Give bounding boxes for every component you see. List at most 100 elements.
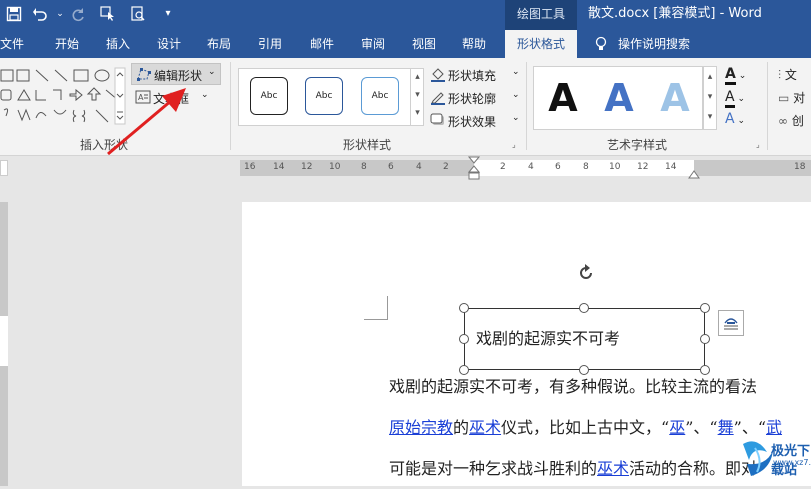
- text-run: ”、“: [685, 418, 718, 437]
- tab-insert[interactable]: 插入: [106, 30, 130, 58]
- drawing-tools-context: 绘图工具: [505, 0, 577, 30]
- body-line[interactable]: 戏剧的起源实不可考，有多种假说。比较主流的看法: [389, 373, 757, 397]
- text-run: 仪式，比如上古中文，“: [501, 418, 670, 437]
- body-line[interactable]: 原始宗教的巫术仪式，比如上古中文，“巫”、“舞”、“武: [389, 414, 782, 438]
- text-fill-icon: A: [725, 66, 736, 85]
- shape-fill-button[interactable]: 形状填充 ⌄: [428, 66, 523, 84]
- shape-outline-button[interactable]: 形状轮廓 ⌄: [428, 89, 523, 107]
- tab-view[interactable]: 视图: [412, 30, 436, 58]
- tab-references[interactable]: 引用: [258, 30, 282, 58]
- resize-handle[interactable]: [459, 334, 469, 344]
- align-text-icon: ▭: [778, 91, 790, 105]
- text-outline-icon: A: [725, 89, 735, 108]
- group-divider: [526, 62, 527, 150]
- rotate-handle-icon[interactable]: [576, 263, 596, 286]
- dialog-launcher-icon[interactable]: ⌟: [512, 140, 516, 149]
- save-icon[interactable]: [4, 4, 24, 24]
- text-effects-icon: A: [725, 111, 735, 127]
- resize-handle[interactable]: [579, 303, 589, 313]
- ruler-number: 8: [583, 162, 589, 172]
- hyperlink[interactable]: 巫术: [597, 459, 629, 478]
- text-run: 的: [453, 418, 470, 437]
- resize-handle[interactable]: [700, 334, 710, 344]
- resize-handle[interactable]: [459, 303, 469, 313]
- customize-qat-icon[interactable]: ▾: [158, 4, 178, 24]
- vertical-ruler-margin: [0, 316, 8, 366]
- tab-design[interactable]: 设计: [157, 30, 181, 58]
- undo-dropdown-icon[interactable]: ⌄: [50, 4, 70, 24]
- annotation-arrow: [100, 82, 200, 165]
- chevron-down-icon: ⌄: [208, 67, 216, 77]
- shape-effects-button[interactable]: 形状效果 ⌄: [428, 112, 523, 130]
- ruler-number: 6: [555, 162, 561, 172]
- text-box-content[interactable]: 戏剧的起源实不可考: [476, 325, 620, 349]
- chevron-down-icon: ⌄: [734, 94, 745, 104]
- ruler-number: 2: [500, 162, 506, 172]
- tab-file[interactable]: 文件: [0, 30, 24, 58]
- watermark: 极光下载站 www.xz7.com: [733, 436, 811, 486]
- shape-effects-icon: [430, 113, 446, 130]
- hyperlink[interactable]: 原始宗教: [389, 418, 453, 437]
- lightbulb-icon: [594, 30, 608, 58]
- ruler-number: 10: [609, 162, 621, 172]
- right-indent-marker[interactable]: [688, 168, 700, 182]
- wordart-sample[interactable]: A: [653, 72, 697, 124]
- wordart-group-label: 艺术字样式: [607, 138, 668, 152]
- create-link-button[interactable]: ∞ 创: [778, 112, 804, 129]
- tab-help[interactable]: 帮助: [462, 30, 486, 58]
- text-direction-icon: ⫶: [778, 68, 782, 82]
- ruler-number: 8: [361, 162, 367, 172]
- shape-style-sample[interactable]: Abc: [305, 77, 343, 115]
- text-direction-button[interactable]: ⫶ 文: [778, 66, 797, 83]
- gallery-scroll[interactable]: ▴ ▾ ▾: [410, 68, 424, 126]
- watermark-url: www.xz7.com: [773, 458, 811, 467]
- dialog-launcher-icon[interactable]: ⌟: [756, 140, 760, 149]
- text-outline-button[interactable]: A ⌄: [725, 89, 751, 108]
- chevron-down-icon: ⌄: [512, 113, 520, 123]
- chevron-down-icon: ⌄: [512, 67, 520, 77]
- link-icon: ∞: [778, 114, 788, 128]
- wordart-sample[interactable]: A: [597, 72, 641, 124]
- ruler-number: 6: [388, 162, 394, 172]
- tell-me-search[interactable]: 操作说明搜索: [618, 30, 690, 58]
- align-text-button[interactable]: ▭ 对: [778, 89, 805, 106]
- hyperlink[interactable]: 巫术: [469, 418, 501, 437]
- indent-marker[interactable]: [467, 156, 481, 189]
- ruler-number: 18: [794, 162, 806, 172]
- tab-selector[interactable]: [0, 160, 8, 176]
- group-divider: [230, 62, 231, 150]
- text-fill-button[interactable]: A ⌄: [725, 66, 751, 85]
- gallery-scroll[interactable]: ▴ ▾ ▾: [703, 66, 717, 130]
- wordart-sample[interactable]: A: [541, 72, 585, 124]
- chevron-down-icon: ⌄: [201, 90, 209, 100]
- print-preview-icon[interactable]: [128, 4, 148, 24]
- tab-mailings[interactable]: 邮件: [310, 30, 334, 58]
- text-effects-button[interactable]: A ⌄: [725, 111, 751, 129]
- ruler-number: 12: [301, 162, 313, 172]
- ruler-number: 16: [244, 162, 256, 172]
- ruler-number: 10: [329, 162, 341, 172]
- hyperlink[interactable]: 舞: [718, 418, 734, 437]
- ruler-number: 2: [443, 162, 449, 172]
- tab-home[interactable]: 开始: [55, 30, 79, 58]
- undo-icon[interactable]: [30, 4, 50, 24]
- chevron-down-icon: ⌄: [512, 90, 520, 100]
- tab-shape-format[interactable]: 形状格式: [505, 30, 577, 58]
- hyperlink[interactable]: 巫: [669, 418, 685, 437]
- hyperlink[interactable]: 武: [766, 418, 782, 437]
- tab-review[interactable]: 审阅: [361, 30, 385, 58]
- tab-layout[interactable]: 布局: [207, 30, 231, 58]
- margin-corner-mark: [364, 296, 388, 320]
- ruler-number: 14: [273, 162, 285, 172]
- redo-icon: [68, 4, 88, 24]
- shape-style-sample[interactable]: Abc: [361, 77, 399, 115]
- layout-options-button[interactable]: [718, 310, 744, 336]
- touch-mode-icon[interactable]: [98, 4, 118, 24]
- document-title: 散文.docx [兼容模式] - Word: [588, 6, 762, 21]
- layout-options-icon: [724, 318, 738, 330]
- shape-style-sample[interactable]: Abc: [250, 77, 288, 115]
- body-line[interactable]: 可能是对一种乞求战斗胜利的巫术活动的合称。即对: [389, 455, 757, 479]
- ruler-number: 12: [637, 162, 649, 172]
- resize-handle[interactable]: [700, 303, 710, 313]
- ruler-number: 4: [416, 162, 422, 172]
